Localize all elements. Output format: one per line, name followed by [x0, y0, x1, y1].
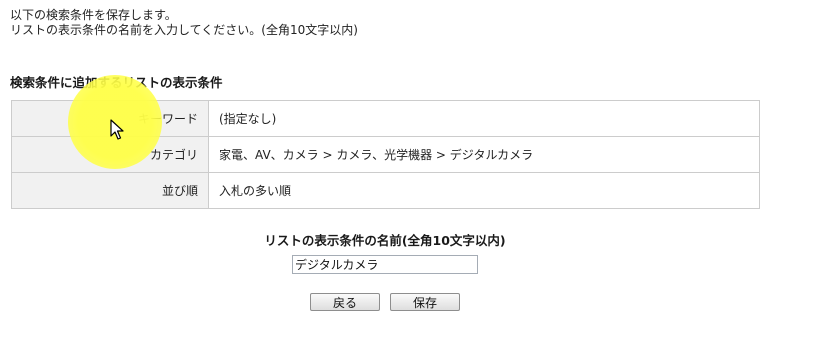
- back-button[interactable]: 戻る: [310, 293, 380, 311]
- list-name-title: リストの表示条件の名前(全角10文字以内): [264, 233, 506, 248]
- row-value-category: 家電、AV、カメラ > カメラ、光学機器 > デジタルカメラ: [208, 136, 760, 173]
- intro-line-1: 以下の検索条件を保存します。: [10, 8, 177, 22]
- conditions-table: キーワード (指定なし) カテゴリ 家電、AV、カメラ > カメラ、光学機器 >…: [11, 100, 760, 209]
- row-label-category: カテゴリ: [11, 136, 209, 173]
- row-label-sort-order: 並び順: [11, 172, 209, 209]
- table-row: 並び順 入札の多い順: [11, 172, 760, 209]
- table-row: キーワード (指定なし): [11, 100, 760, 137]
- table-row: カテゴリ 家電、AV、カメラ > カメラ、光学機器 > デジタルカメラ: [11, 136, 760, 173]
- conditions-section-title: 検索条件に追加するリストの表示条件: [10, 75, 223, 90]
- save-button[interactable]: 保存: [390, 293, 460, 311]
- row-value-keyword: (指定なし): [208, 100, 760, 137]
- intro-text: 以下の検索条件を保存します。 リストの表示条件の名前を入力してください。(全角1…: [10, 8, 358, 38]
- intro-line-2: リストの表示条件の名前を入力してください。(全角10文字以内): [10, 23, 358, 37]
- row-label-keyword: キーワード: [11, 100, 209, 137]
- list-name-input[interactable]: [292, 255, 478, 274]
- row-value-sort-order: 入札の多い順: [208, 172, 760, 209]
